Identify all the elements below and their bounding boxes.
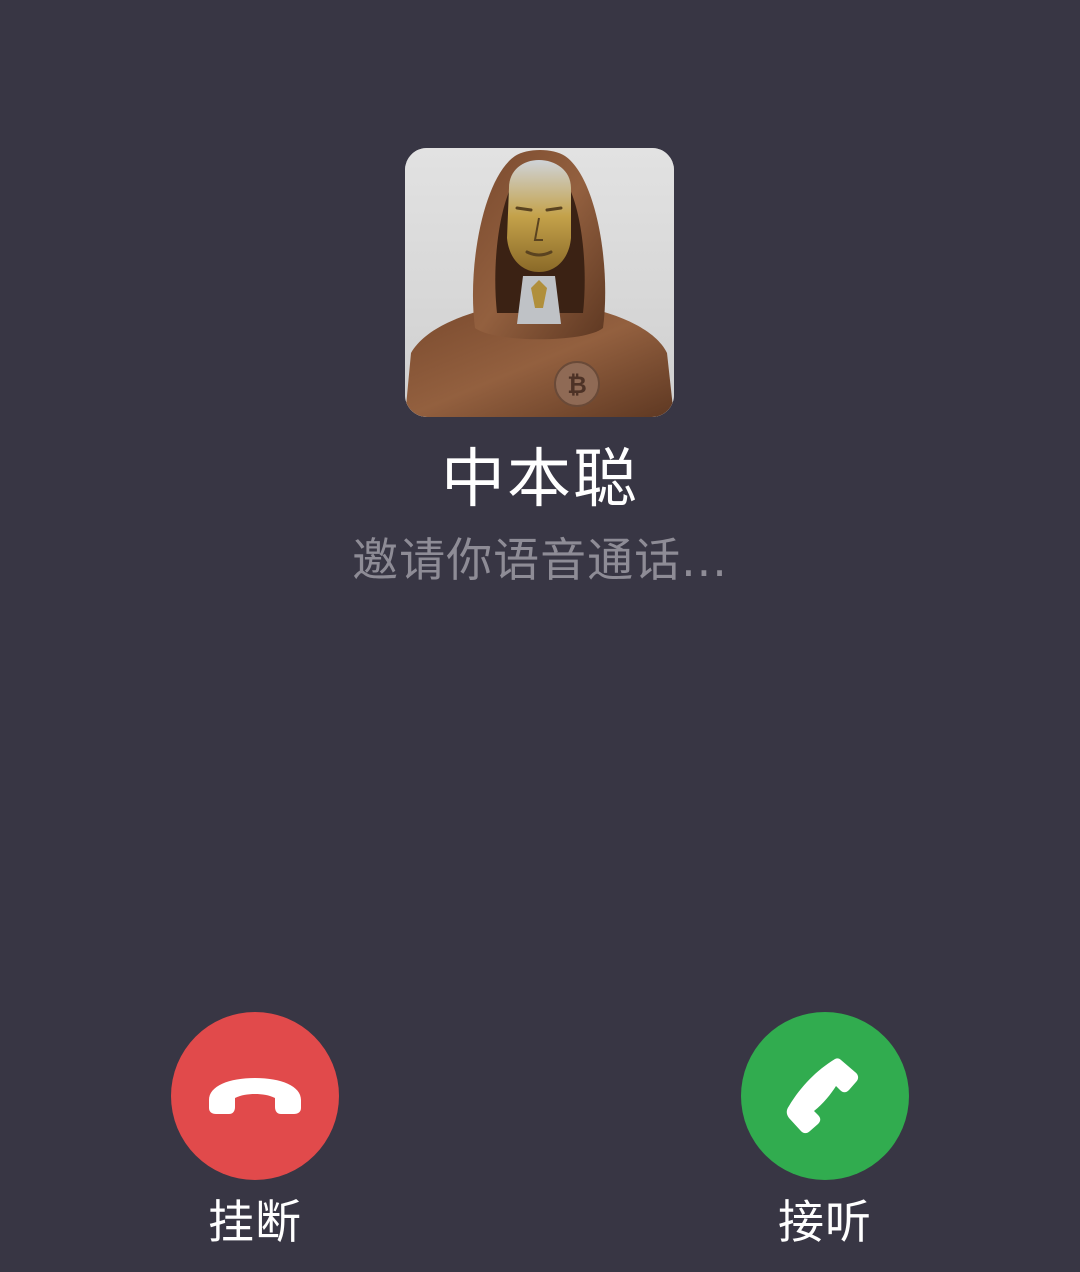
caller-avatar: ₿ — [405, 148, 674, 417]
svg-text:₿: ₿ — [567, 371, 587, 399]
answer-label: 接听 — [778, 1195, 872, 1249]
incoming-call-screen: ₿ 中本聪 邀请你语音通话... 挂断 接听 — [0, 0, 1080, 1272]
hangup-button[interactable] — [171, 1012, 339, 1180]
answer-button[interactable] — [741, 1012, 909, 1180]
phone-hangup-icon — [209, 1078, 301, 1114]
phone-answer-icon — [786, 1058, 859, 1134]
answer-action: 接听 — [740, 1012, 910, 1250]
hangup-action: 挂断 — [170, 1012, 340, 1250]
caller-name: 中本聪 — [441, 443, 639, 517]
hangup-label: 挂断 — [208, 1195, 302, 1249]
hooded-figure-avatar-icon: ₿ — [405, 148, 674, 417]
call-status-text: 邀请你语音通话... — [352, 533, 728, 587]
